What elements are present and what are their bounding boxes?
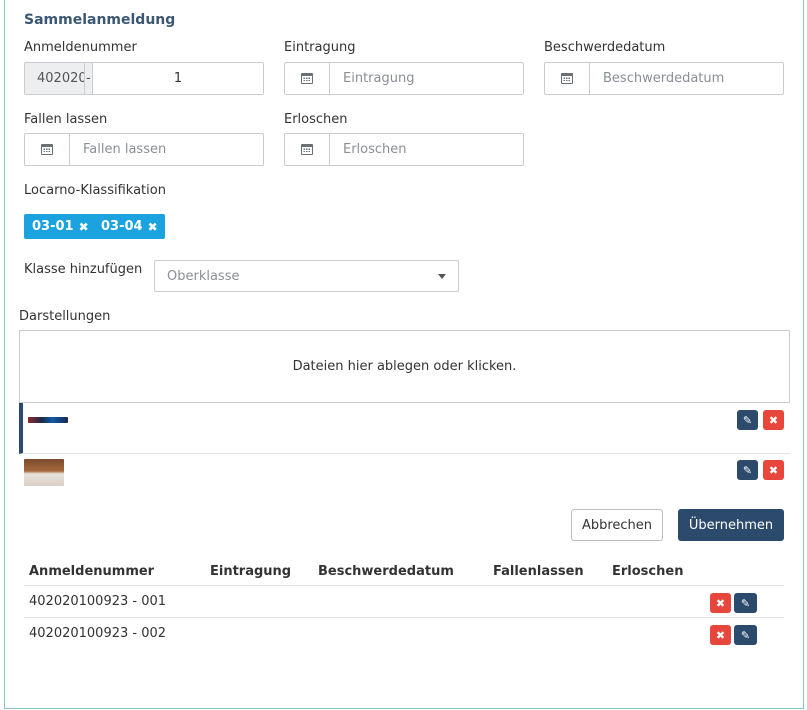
- image-thumbnail: [28, 417, 68, 423]
- delete-icon[interactable]: ✖: [763, 410, 784, 430]
- column-header-eintragung: Eintragung: [210, 564, 292, 579]
- beschwerdedatum-calendar-button[interactable]: [545, 63, 590, 94]
- erloschen-date-field[interactable]: [284, 133, 524, 166]
- beschwerdedatum-date-field[interactable]: [544, 62, 784, 95]
- remove-tag-icon[interactable]: ✖: [148, 220, 158, 234]
- calendar-icon: [561, 73, 573, 84]
- delete-icon[interactable]: ✖: [710, 625, 731, 645]
- beschwerdedatum-input[interactable]: [590, 63, 783, 94]
- table-row: 402020100923 - 001 ✖ ✎: [24, 585, 784, 617]
- tag-label: 03-04: [101, 219, 143, 234]
- column-header-fallenlassen: Fallenlassen: [493, 564, 584, 579]
- image-thumbnail: [24, 459, 64, 486]
- anmeldenummer-separator: -: [84, 63, 93, 94]
- section-title: Sammelanmeldung: [24, 12, 176, 28]
- column-header-beschwerdedatum: Beschwerdedatum: [318, 564, 454, 579]
- table-row: 402020100923 - 002 ✖ ✎: [24, 617, 784, 649]
- column-header-anmeldenummer: Anmeldenummer: [29, 564, 155, 579]
- fallen-lassen-label: Fallen lassen: [24, 112, 108, 127]
- file-row[interactable]: ✎ ✖: [19, 403, 790, 454]
- locarno-tag[interactable]: 03-01 ✖: [24, 214, 96, 239]
- eintragung-calendar-button[interactable]: [285, 63, 330, 94]
- edit-icon[interactable]: ✎: [737, 460, 758, 480]
- edit-icon[interactable]: ✎: [734, 625, 757, 645]
- fallen-lassen-input[interactable]: [70, 134, 263, 165]
- locarno-tag[interactable]: 03-04 ✖: [93, 214, 165, 239]
- file-dropzone[interactable]: Dateien hier ablegen oder klicken.: [19, 330, 790, 403]
- fallen-lassen-date-field[interactable]: [24, 133, 264, 166]
- remove-tag-icon[interactable]: ✖: [79, 220, 89, 234]
- edit-icon[interactable]: ✎: [734, 593, 757, 613]
- darstellungen-label: Darstellungen: [19, 309, 111, 324]
- anmeldenummer-prefix: 402020100923: [25, 63, 85, 94]
- beschwerdedatum-label: Beschwerdedatum: [544, 40, 666, 55]
- oberklasse-select[interactable]: Oberklasse: [154, 260, 459, 292]
- anmeldenummer-suffix-input[interactable]: [93, 63, 263, 94]
- erloschen-calendar-button[interactable]: [285, 134, 330, 165]
- calendar-icon: [301, 73, 313, 84]
- eintragung-date-field[interactable]: [284, 62, 524, 95]
- erloschen-input[interactable]: [330, 134, 523, 165]
- tag-label: 03-01: [32, 219, 74, 234]
- eintragung-label: Eintragung: [284, 40, 356, 55]
- fallen-lassen-calendar-button[interactable]: [25, 134, 70, 165]
- klasse-hinzufuegen-label: Klasse hinzufügen: [24, 262, 143, 277]
- locarno-label: Locarno-Klassifikation: [24, 183, 166, 198]
- row-anmeldenummer: 402020100923 - 002: [29, 626, 167, 641]
- select-placeholder: Oberklasse: [167, 268, 240, 284]
- edit-icon[interactable]: ✎: [737, 410, 758, 430]
- dropzone-text: Dateien hier ablegen oder klicken.: [292, 359, 517, 374]
- chevron-down-icon: [438, 274, 446, 279]
- delete-icon[interactable]: ✖: [710, 593, 731, 613]
- file-row[interactable]: ✎ ✖: [19, 454, 790, 494]
- anmeldenummer-label: Anmeldenummer: [24, 40, 137, 55]
- cancel-button[interactable]: Abbrechen: [571, 509, 663, 541]
- column-header-erloschen: Erloschen: [612, 564, 684, 579]
- calendar-icon: [301, 144, 313, 155]
- eintragung-input[interactable]: [330, 63, 523, 94]
- calendar-icon: [41, 144, 53, 155]
- row-anmeldenummer: 402020100923 - 001: [29, 594, 167, 609]
- apply-button[interactable]: Übernehmen: [678, 509, 784, 541]
- delete-icon[interactable]: ✖: [763, 460, 784, 480]
- erloschen-label: Erloschen: [284, 112, 348, 127]
- anmeldenummer-group: 402020100923 -: [24, 62, 264, 95]
